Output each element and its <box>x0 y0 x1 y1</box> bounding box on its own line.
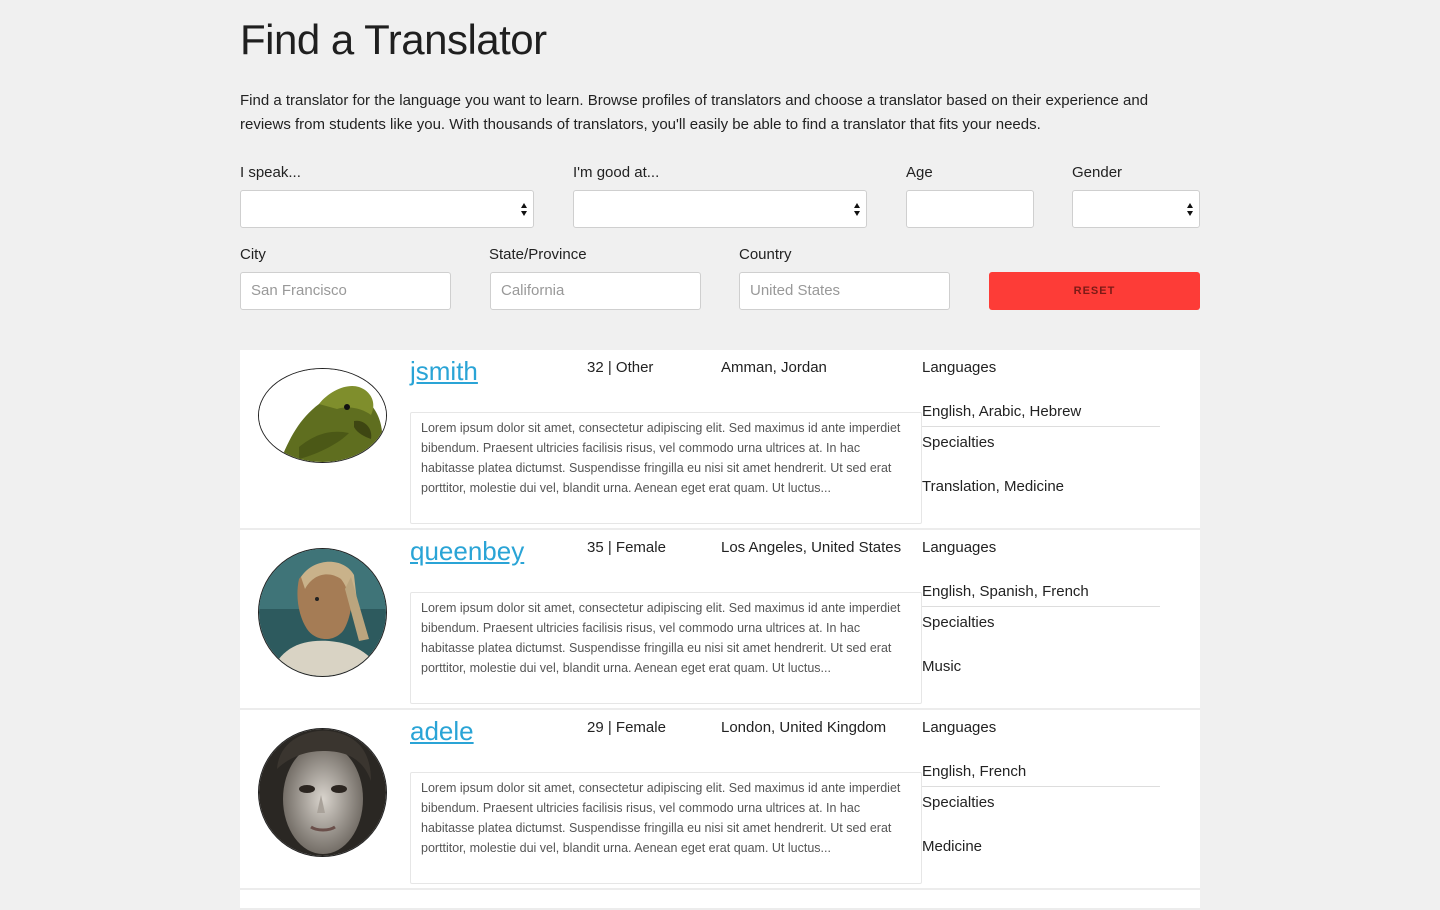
translator-card: queenbey 35 | Female Los Angeles, United… <box>240 530 1200 710</box>
languages-label: Languages <box>922 359 997 376</box>
languages-label: Languages <box>922 539 997 556</box>
good-at-select[interactable] <box>573 190 867 228</box>
translator-card <box>240 890 1200 910</box>
parrot-avatar-icon[interactable] <box>258 368 387 463</box>
divider <box>922 786 1160 787</box>
reset-button[interactable]: RESET <box>989 272 1200 310</box>
specialties-value: Music <box>922 658 962 675</box>
page-title: Find a Translator <box>240 16 547 63</box>
specialties-label: Specialties <box>922 794 995 811</box>
age-gender: 35 | Female <box>587 539 666 556</box>
location: Los Angeles, United States <box>721 539 902 556</box>
age-gender: 32 | Other <box>587 359 654 376</box>
location: London, United Kingdom <box>721 719 887 736</box>
username-link[interactable]: adele <box>410 716 474 747</box>
speak-label: I speak... <box>240 164 301 181</box>
translator-card: adele 29 | Female London, United Kingdom… <box>240 710 1200 890</box>
page-intro: Find a translator for the language you w… <box>240 92 1149 133</box>
good-at-label: I'm good at... <box>573 164 660 181</box>
languages-value: English, Spanish, French <box>922 583 1089 600</box>
bio-text: Lorem ipsum dolor sit amet, consectetur … <box>410 412 922 524</box>
state-label: State/Province <box>489 246 587 263</box>
specialties-label: Specialties <box>922 614 995 631</box>
specialties-label: Specialties <box>922 434 995 451</box>
city-input[interactable]: San Francisco <box>240 272 451 310</box>
specialties-value: Medicine <box>922 838 983 855</box>
divider <box>922 426 1160 427</box>
woman-braids-avatar-icon[interactable] <box>258 548 387 677</box>
woman-portrait-avatar-icon[interactable] <box>258 728 387 857</box>
state-input[interactable]: California <box>490 272 701 310</box>
languages-value: English, Arabic, Hebrew <box>922 403 1082 420</box>
username-link[interactable]: jsmith <box>410 356 478 387</box>
gender-label: Gender <box>1072 164 1123 181</box>
country-input[interactable]: United States <box>739 272 950 310</box>
translator-card: jsmith 32 | Other Amman, Jordan Lorem ip… <box>240 350 1200 530</box>
speak-select[interactable] <box>240 190 534 228</box>
bio-text: Lorem ipsum dolor sit amet, consectetur … <box>410 592 922 704</box>
country-label: Country <box>739 246 792 263</box>
age-gender: 29 | Female <box>587 719 666 736</box>
gender-select[interactable] <box>1072 190 1200 228</box>
age-input[interactable] <box>906 190 1034 228</box>
age-label: Age <box>906 164 933 181</box>
divider <box>922 606 1160 607</box>
username-link[interactable]: queenbey <box>410 536 524 567</box>
location: Amman, Jordan <box>721 359 827 376</box>
bio-text: Lorem ipsum dolor sit amet, consectetur … <box>410 772 922 884</box>
specialties-value: Translation, Medicine <box>922 478 1065 495</box>
languages-value: English, French <box>922 763 1027 780</box>
languages-label: Languages <box>922 719 997 736</box>
city-label: City <box>240 246 266 263</box>
